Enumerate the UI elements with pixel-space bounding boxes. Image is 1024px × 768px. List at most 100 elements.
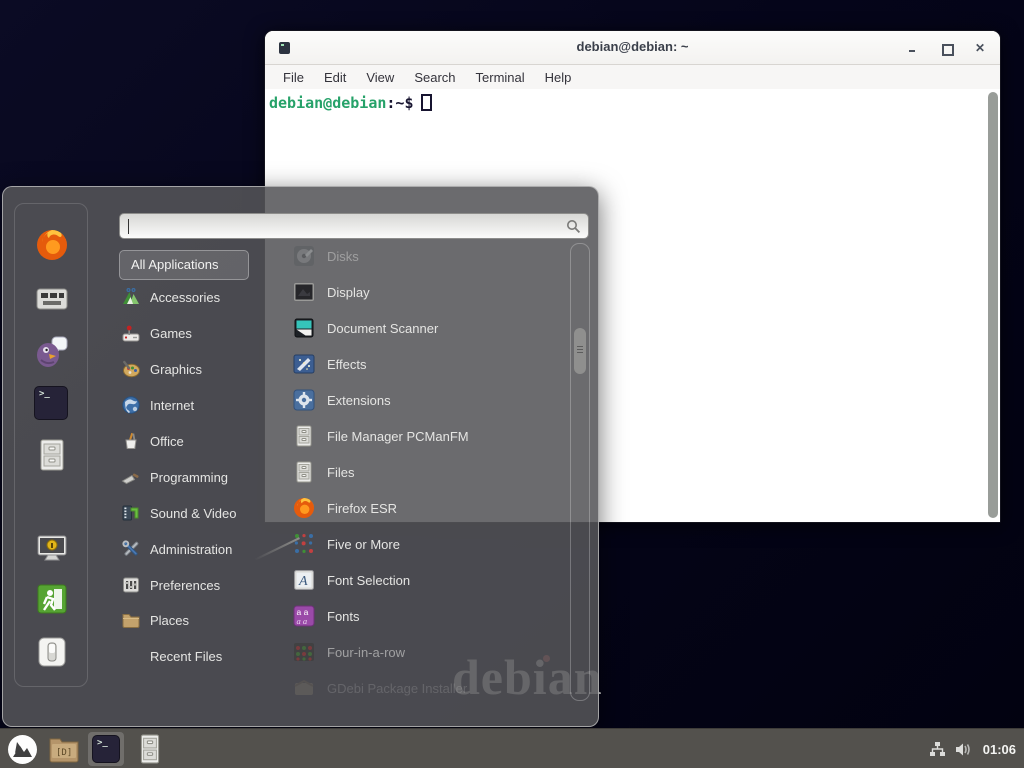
menu-help[interactable]: Help	[535, 70, 582, 85]
lock-screen-icon[interactable]	[34, 530, 70, 566]
app-label: Document Scanner	[327, 321, 438, 336]
terminal-cursor	[421, 94, 432, 111]
app-label: Five or More	[327, 537, 400, 552]
category-internet[interactable]: Internet	[121, 391, 293, 419]
file-cabinet-icon	[292, 424, 316, 448]
menu-file[interactable]: File	[273, 70, 314, 85]
category-preferences[interactable]: Preferences	[121, 571, 293, 599]
software-keys-icon[interactable]	[34, 281, 70, 317]
category-graphics[interactable]: Graphics	[121, 355, 293, 383]
maximize-button-icon[interactable]	[940, 42, 952, 54]
app-item-disks[interactable]: Disks	[292, 242, 570, 270]
terminal-task-button[interactable]	[88, 732, 124, 766]
menu-button[interactable]	[4, 732, 40, 766]
app-label: Disks	[327, 249, 359, 264]
category-recent-files[interactable]: Recent Files	[121, 642, 293, 670]
file-cabinet-icon	[137, 734, 163, 764]
five-or-more-icon	[292, 532, 316, 556]
file-manager-launcher[interactable]	[132, 732, 168, 766]
terminal-menubar: File Edit View Search Terminal Help	[265, 65, 1000, 89]
firefox-icon	[292, 496, 316, 520]
category-label: Administration	[150, 542, 232, 557]
search-icon	[566, 219, 581, 234]
terminal-launcher-icon[interactable]	[34, 386, 68, 420]
close-button-icon[interactable]: ✕	[974, 42, 986, 54]
effects-icon	[292, 352, 316, 376]
search-input[interactable]	[128, 216, 558, 236]
taskbar: [D] 01:06	[0, 728, 1024, 768]
desktop-folder-launcher[interactable]: [D]	[46, 732, 82, 766]
file-cabinet-icon[interactable]	[34, 437, 70, 473]
category-label: Games	[150, 326, 192, 341]
svg-text:A: A	[298, 574, 308, 589]
menu-search[interactable]: Search	[404, 70, 465, 85]
app-item-font-selection[interactable]: A Font Selection	[292, 566, 570, 594]
shell-prompt: debian@debian:~$	[269, 94, 432, 112]
category-all-applications[interactable]: All Applications	[119, 250, 249, 280]
app-item-document-scanner[interactable]: Document Scanner	[292, 314, 570, 342]
prompt-user-host: debian@debian	[269, 94, 386, 112]
app-item-four-in-a-row[interactable]: Four-in-a-row	[292, 638, 570, 666]
search-box	[119, 213, 589, 239]
app-label: Files	[327, 465, 354, 480]
programming-icon	[121, 467, 141, 487]
app-item-firefox-esr[interactable]: Firefox ESR	[292, 494, 570, 522]
category-label: Recent Files	[150, 649, 222, 664]
app-label: GDebi Package Installer	[327, 681, 467, 696]
extensions-icon	[292, 388, 316, 412]
category-programming[interactable]: Programming	[121, 463, 293, 491]
desktop: debian debian@debian: ~ ✕ File Edit View…	[0, 0, 1024, 768]
games-icon	[121, 323, 141, 343]
gdebi-icon	[292, 676, 316, 700]
network-icon[interactable]	[929, 741, 946, 758]
app-label: Display	[327, 285, 370, 300]
fonts-icon: a a a a	[292, 604, 316, 628]
menu-scrollbar-track[interactable]	[570, 243, 590, 701]
app-label: Fonts	[327, 609, 360, 624]
text-caret	[128, 219, 129, 234]
app-label: Effects	[327, 357, 367, 372]
app-label: Font Selection	[327, 573, 410, 588]
firefox-icon[interactable]	[34, 227, 70, 263]
terminal-scrollbar[interactable]	[988, 92, 998, 518]
internet-icon	[121, 395, 141, 415]
category-places[interactable]: Places	[121, 606, 293, 634]
app-item-files[interactable]: Files	[292, 458, 570, 486]
app-item-fonts[interactable]: a a a a Fonts	[292, 602, 570, 630]
svg-text:[D]: [D]	[56, 748, 72, 758]
taskbar-clock[interactable]: 01:06	[983, 742, 1016, 757]
app-item-effects[interactable]: Effects	[292, 350, 570, 378]
svg-text:a a: a a	[297, 616, 308, 626]
app-label: Firefox ESR	[327, 501, 397, 516]
menu-edit[interactable]: Edit	[314, 70, 356, 85]
menu-scrollbar-thumb[interactable]	[574, 328, 586, 374]
app-item-file-manager-pcmanfm[interactable]: File Manager PCManFM	[292, 422, 570, 450]
category-label: Accessories	[150, 290, 220, 305]
pidgin-icon[interactable]	[34, 334, 70, 370]
terminal-titlebar[interactable]: debian@debian: ~ ✕	[265, 31, 1000, 65]
app-item-display[interactable]: Display	[292, 278, 570, 306]
menu-button-icon	[7, 734, 38, 765]
category-administration[interactable]: Administration	[121, 535, 293, 563]
menu-view[interactable]: View	[356, 70, 404, 85]
font-selection-icon: A	[292, 568, 316, 592]
minimize-button-icon[interactable]	[906, 42, 918, 54]
menu-terminal[interactable]: Terminal	[466, 70, 535, 85]
administration-icon	[121, 539, 141, 559]
applications-menu: All Applications Accessories Games	[2, 186, 599, 727]
app-item-five-or-more[interactable]: Five or More	[292, 530, 570, 558]
volume-icon[interactable]	[955, 741, 974, 758]
category-accessories[interactable]: Accessories	[121, 283, 293, 311]
shutdown-icon[interactable]	[34, 634, 70, 670]
category-games[interactable]: Games	[121, 319, 293, 347]
app-item-extensions[interactable]: Extensions	[292, 386, 570, 414]
app-label: Extensions	[327, 393, 391, 408]
prompt-path: :~$	[386, 94, 413, 112]
terminal-window-title: debian@debian: ~	[265, 39, 1000, 54]
four-in-a-row-icon	[292, 640, 316, 664]
document-scanner-icon	[292, 316, 316, 340]
app-item-gdebi-package-installer[interactable]: GDebi Package Installer	[292, 674, 570, 702]
logout-icon[interactable]	[34, 581, 70, 617]
category-office[interactable]: Office	[121, 427, 293, 455]
category-sound-video[interactable]: Sound & Video	[121, 499, 293, 527]
